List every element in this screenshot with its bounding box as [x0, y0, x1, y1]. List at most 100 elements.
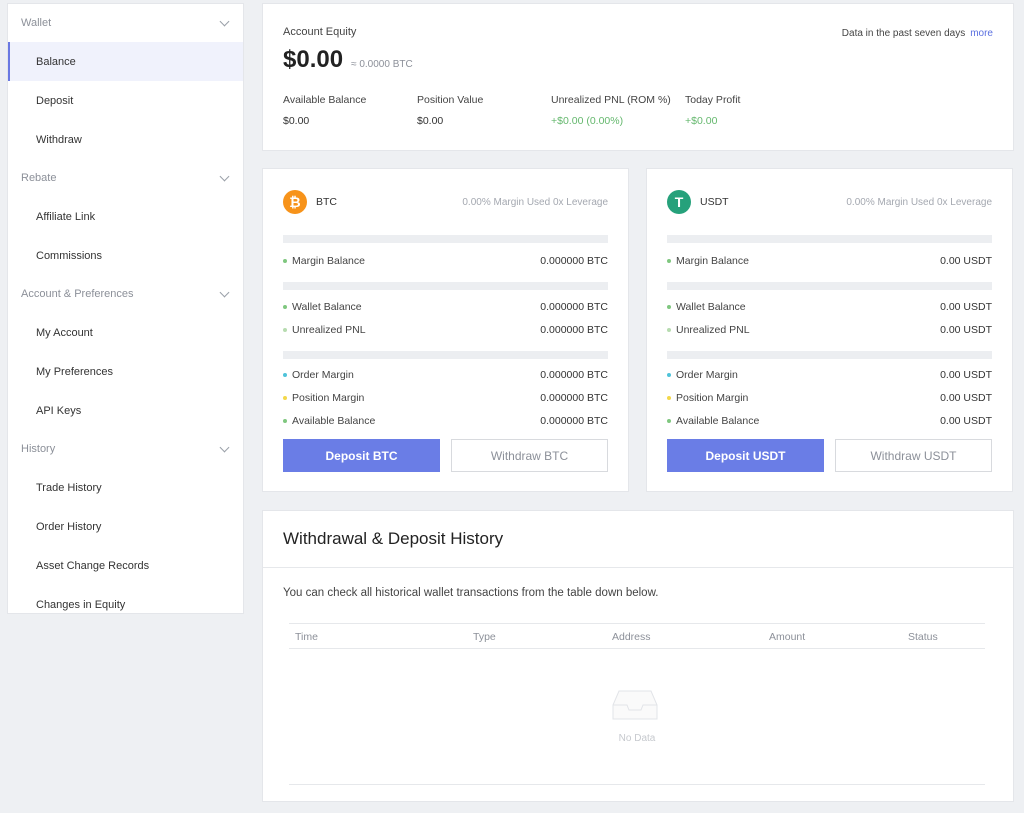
- sidebar-item-order-history[interactable]: Order History: [8, 507, 243, 546]
- column-header-amount[interactable]: Amount: [769, 631, 805, 643]
- margin-info: 0.00% Margin Used 0x Leverage: [846, 196, 992, 208]
- sidebar-item-label: My Preferences: [36, 365, 114, 378]
- row-value: 0.00 USDT: [940, 392, 992, 404]
- sidebar-item-api-keys[interactable]: API Keys: [8, 391, 243, 430]
- divider-bar: [667, 282, 992, 290]
- sidebar-group-account[interactable]: Account & Preferences: [8, 275, 243, 313]
- stat-value: $0.00: [283, 115, 310, 127]
- deposit-btc-button[interactable]: Deposit BTC: [283, 439, 440, 472]
- deposit-usdt-button[interactable]: Deposit USDT: [667, 439, 824, 472]
- withdraw-btc-button[interactable]: Withdraw BTC: [451, 439, 608, 472]
- row-position-margin: Position Margin 0.000000 BTC: [283, 387, 608, 409]
- withdrawal-deposit-history-card: Withdrawal & Deposit History You can che…: [262, 510, 1014, 802]
- asset-name: ₿ BTC: [283, 190, 337, 214]
- asset-name: T USDT: [667, 190, 729, 214]
- row-label: Margin Balance: [292, 255, 365, 267]
- withdraw-usdt-button[interactable]: Withdraw USDT: [835, 439, 992, 472]
- sidebar-item-trade-history[interactable]: Trade History: [8, 468, 243, 507]
- sidebar-item-deposit[interactable]: Deposit: [8, 81, 243, 120]
- dot-icon: [667, 419, 671, 423]
- row-wallet-balance: Wallet Balance 0.00 USDT: [667, 296, 992, 318]
- sidebar-group-history[interactable]: History: [8, 430, 243, 468]
- divider-bar: [667, 235, 992, 243]
- sidebar: Wallet Balance Deposit Withdraw Rebate A…: [7, 3, 244, 614]
- sidebar-group-rebate[interactable]: Rebate: [8, 159, 243, 197]
- stat-today-profit: Today Profit +$0.00: [685, 94, 740, 127]
- sidebar-item-my-account[interactable]: My Account: [8, 313, 243, 352]
- stat-unrealized-pnl: Unrealized PNL (ROM %) +$0.00 (0.00%): [551, 94, 671, 127]
- asset-actions: Deposit USDT Withdraw USDT: [667, 439, 992, 472]
- row-label: Unrealized PNL: [676, 324, 750, 336]
- sidebar-item-changes-in-equity[interactable]: Changes in Equity: [8, 585, 243, 624]
- row-label: Order Margin: [676, 369, 738, 381]
- sidebar-group-label: Wallet: [21, 17, 52, 29]
- dot-icon: [667, 373, 671, 377]
- row-unrealized-pnl: Unrealized PNL 0.000000 BTC: [283, 319, 608, 341]
- row-margin-balance: Margin Balance 0.00 USDT: [667, 250, 992, 272]
- dot-icon: [283, 328, 287, 332]
- row-label: Wallet Balance: [676, 301, 746, 313]
- sidebar-item-label: Order History: [36, 520, 102, 533]
- chevron-down-icon: [219, 287, 230, 297]
- asset-symbol: USDT: [700, 196, 729, 208]
- sidebar-group-wallet[interactable]: Wallet: [8, 4, 243, 42]
- dot-icon: [667, 305, 671, 309]
- sidebar-item-withdraw[interactable]: Withdraw: [8, 120, 243, 159]
- sidebar-item-label: API Keys: [36, 404, 82, 417]
- row-label: Order Margin: [292, 369, 354, 381]
- sidebar-item-label: Deposit: [36, 94, 74, 107]
- bitcoin-icon: ₿: [283, 190, 307, 214]
- column-header-status[interactable]: Status: [908, 631, 938, 643]
- dot-icon: [283, 259, 287, 263]
- row-value: 0.00 USDT: [940, 324, 992, 336]
- btc-asset-card: ₿ BTC 0.00% Margin Used 0x Leverage Marg…: [262, 168, 629, 492]
- equity-period: Data in the past seven days more: [842, 28, 993, 39]
- column-header-address[interactable]: Address: [612, 631, 651, 643]
- stat-value: $0.00: [417, 115, 444, 127]
- usdt-asset-card: T USDT 0.00% Margin Used 0x Leverage Mar…: [646, 168, 1013, 492]
- dot-icon: [667, 259, 671, 263]
- row-value: 0.000000 BTC: [540, 415, 608, 427]
- table-empty-state: No Data: [289, 649, 985, 785]
- dot-icon: [283, 396, 287, 400]
- stat-value: +$0.00: [685, 115, 718, 127]
- sidebar-item-label: Affiliate Link: [36, 210, 96, 223]
- row-value: 0.000000 BTC: [540, 369, 608, 381]
- row-position-margin: Position Margin 0.00 USDT: [667, 387, 992, 409]
- dot-icon: [283, 305, 287, 309]
- row-value: 0.00 USDT: [940, 301, 992, 313]
- sidebar-item-affiliate-link[interactable]: Affiliate Link: [8, 197, 243, 236]
- row-margin-balance: Margin Balance 0.000000 BTC: [283, 250, 608, 272]
- sidebar-item-commissions[interactable]: Commissions: [8, 236, 243, 275]
- dot-icon: [667, 328, 671, 332]
- row-label: Unrealized PNL: [292, 324, 366, 336]
- sidebar-item-label: Withdraw: [36, 133, 82, 146]
- stat-label: Unrealized PNL (ROM %): [551, 94, 671, 106]
- row-available-balance: Available Balance 0.00 USDT: [667, 410, 992, 432]
- stat-available-balance: Available Balance $0.00: [283, 94, 366, 127]
- equity-btc-equivalent: ≈ 0.0000 BTC: [351, 59, 413, 70]
- more-link[interactable]: more: [970, 28, 993, 39]
- column-header-type[interactable]: Type: [473, 631, 496, 643]
- sidebar-item-label: Commissions: [36, 249, 103, 262]
- equity-stats: Available Balance $0.00 Position Value $…: [283, 94, 883, 134]
- sidebar-item-asset-change-records[interactable]: Asset Change Records: [8, 546, 243, 585]
- sidebar-item-balance[interactable]: Balance: [8, 42, 243, 81]
- stat-position-value: Position Value $0.00: [417, 94, 483, 127]
- row-order-margin: Order Margin 0.000000 BTC: [283, 364, 608, 386]
- dot-icon: [667, 396, 671, 400]
- row-value: 0.00 USDT: [940, 369, 992, 381]
- sidebar-group-label: Rebate: [21, 172, 57, 184]
- row-unrealized-pnl: Unrealized PNL 0.00 USDT: [667, 319, 992, 341]
- stat-value: +$0.00 (0.00%): [551, 115, 624, 127]
- table-header: Time Type Address Amount Status: [289, 623, 985, 649]
- column-header-time[interactable]: Time: [295, 631, 318, 643]
- sidebar-item-label: Balance: [36, 55, 76, 68]
- divider-bar: [283, 351, 608, 359]
- sidebar-item-my-preferences[interactable]: My Preferences: [8, 352, 243, 391]
- row-value: 0.00 USDT: [940, 415, 992, 427]
- divider-bar: [283, 282, 608, 290]
- stat-label: Available Balance: [283, 94, 367, 106]
- chevron-down-icon: [219, 16, 230, 26]
- sidebar-item-label: Asset Change Records: [36, 559, 150, 572]
